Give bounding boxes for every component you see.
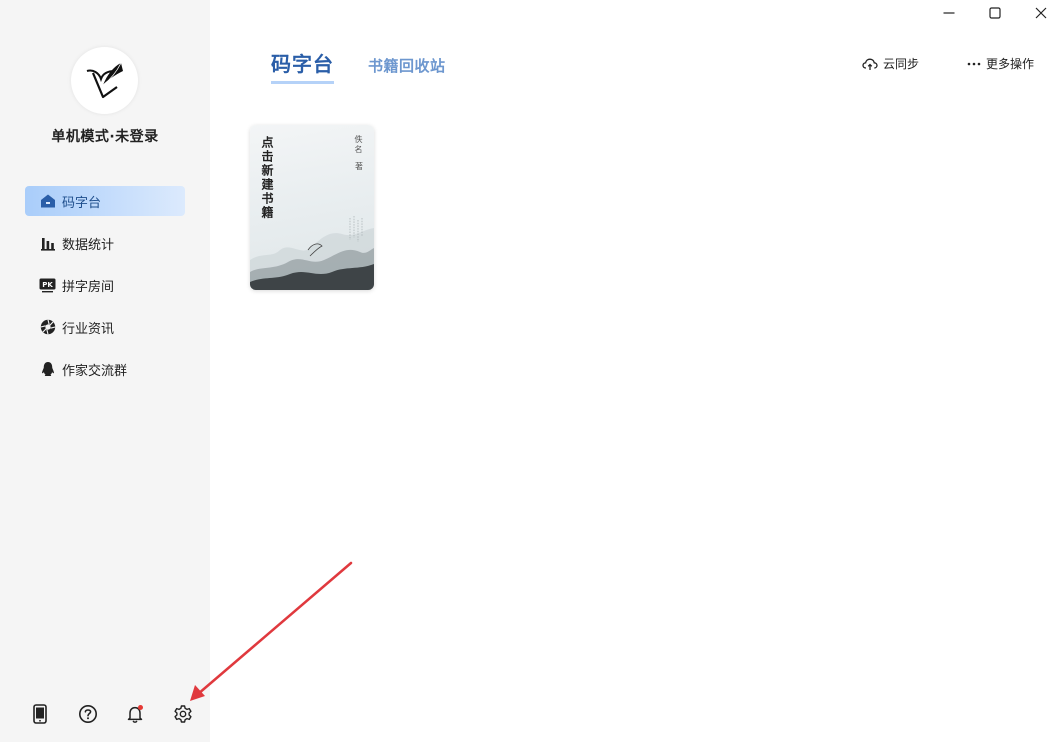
sidebar-item-label: 拼字房间: [62, 279, 115, 295]
close-button[interactable]: [1018, 0, 1064, 26]
tab-writing-desk[interactable]: 码字台: [271, 48, 334, 84]
cloud-sync-icon: [862, 57, 878, 71]
home-icon: [39, 193, 56, 210]
bell-icon[interactable]: [124, 703, 146, 725]
sidebar-nav: 码字台 数据统计 PK 拼字房间 行业资讯 作家交流群: [25, 186, 185, 396]
cloud-sync-button[interactable]: 云同步: [862, 55, 919, 72]
close-icon: [1035, 7, 1047, 19]
sidebar-item-label: 作家交流群: [62, 363, 128, 379]
sidebar-bottom-toolbar: [29, 702, 194, 726]
sidebar-item-label: 数据统计: [62, 237, 115, 253]
tablet-icon[interactable]: [29, 703, 51, 725]
gear-icon[interactable]: [172, 703, 194, 725]
sidebar-item-label: 码字台: [62, 195, 102, 211]
avatar[interactable]: [71, 47, 138, 114]
window-controls: [926, 0, 1064, 26]
bar-chart-icon: [39, 235, 56, 252]
sidebar-item-writing-desk[interactable]: 码字台: [25, 186, 185, 216]
tab-recycle-bin[interactable]: 书籍回收站: [368, 55, 446, 84]
aperture-icon: [39, 319, 56, 336]
book-author-suffix: 著: [355, 162, 363, 171]
sidebar-item-writer-group[interactable]: 作家交流群: [25, 354, 185, 384]
sidebar: 单机模式·未登录 码字台 数据统计 PK 拼字房间 行业资讯 作家交流群: [0, 0, 210, 742]
maximize-icon: [989, 7, 1001, 19]
book-title: 点击新建书籍: [260, 136, 274, 220]
more-actions-label: 更多操作: [985, 57, 1034, 71]
cloud-sync-label: 云同步: [882, 57, 919, 71]
maximize-button[interactable]: [972, 0, 1018, 26]
ellipsis-icon: [967, 62, 981, 66]
quill-logo-icon: [86, 62, 123, 98]
sidebar-item-pk-room[interactable]: PK 拼字房间: [25, 270, 185, 300]
pk-icon: PK: [39, 277, 56, 294]
book-author: 佚名: [354, 135, 363, 155]
help-icon[interactable]: [77, 703, 99, 725]
sidebar-item-label: 行业资讯: [62, 321, 115, 337]
sidebar-item-industry-news[interactable]: 行业资讯: [25, 312, 185, 342]
minimize-button[interactable]: [926, 0, 972, 26]
top-actions: 云同步 更多操作: [862, 55, 1034, 72]
sidebar-item-statistics[interactable]: 数据统计: [25, 228, 185, 258]
penguin-icon: [39, 361, 56, 378]
svg-text:PK: PK: [42, 281, 53, 289]
more-actions-button[interactable]: 更多操作: [967, 55, 1034, 72]
main-tabs: 码字台 书籍回收站: [271, 48, 446, 84]
minimize-icon: [943, 12, 955, 14]
new-book-card[interactable]: 点击新建书籍 佚名 著: [250, 125, 374, 290]
user-status: 单机模式·未登录: [51, 129, 159, 145]
